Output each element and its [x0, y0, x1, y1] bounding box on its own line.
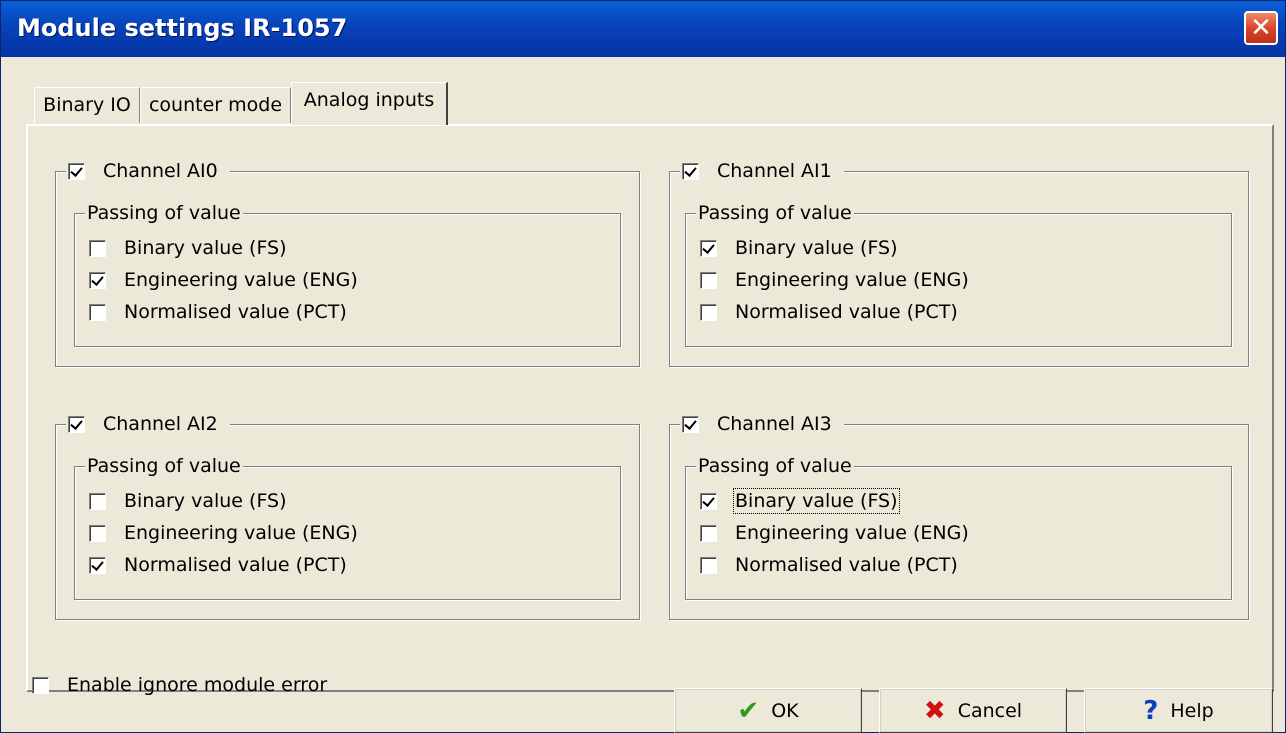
checkbox[interactable]	[89, 303, 106, 321]
option-engineering-value[interactable]: Engineering value (ENG)	[89, 520, 358, 546]
option-engineering-value[interactable]: Engineering value (ENG)	[700, 267, 969, 293]
option-label: Normalised value (PCT)	[124, 301, 347, 323]
option-label: Engineering value (ENG)	[124, 522, 358, 544]
window-title: Module settings IR-1057	[17, 14, 348, 42]
channel-group-ai0: Channel AI0 Passing of value Binary valu…	[55, 157, 640, 367]
checkbox[interactable]	[700, 271, 717, 289]
channel-ai0-label: Channel AI0	[103, 160, 218, 182]
option-label: Binary value (FS)	[124, 490, 287, 512]
checkbox[interactable]	[89, 271, 106, 289]
option-label: Binary value (FS)	[735, 237, 898, 259]
option-label: Binary value (FS)	[733, 488, 900, 514]
option-binary-value[interactable]: Binary value (FS)	[700, 235, 898, 261]
checkbox[interactable]	[89, 492, 106, 510]
option-label: Engineering value (ENG)	[735, 269, 969, 291]
cancel-label: Cancel	[957, 699, 1023, 722]
option-label: Normalised value (PCT)	[124, 554, 347, 576]
checkbox[interactable]	[89, 239, 106, 257]
help-button[interactable]: ? Help	[1084, 688, 1273, 733]
ok-button[interactable]: ✔ OK	[674, 688, 862, 733]
passing-of-value-group: Passing of value Binary value (FS) Engin…	[685, 201, 1232, 347]
tab-binary-io[interactable]: Binary IO	[34, 87, 140, 123]
help-label: Help	[1170, 699, 1214, 722]
channel-group-ai1: Channel AI1 Passing of value Binary valu…	[669, 157, 1249, 367]
passing-of-value-group: Passing of value Binary value (FS) Engin…	[74, 454, 621, 600]
dialog-body: Binary IO counter mode Analog inputs Cha…	[1, 57, 1285, 732]
enable-ignore-module-error-label: Enable ignore module error	[67, 674, 328, 696]
checkbox[interactable]	[700, 239, 717, 257]
tab-counter-mode[interactable]: counter mode	[140, 87, 291, 123]
enable-ignore-module-error[interactable]: Enable ignore module error	[32, 672, 327, 698]
passing-of-value-title: Passing of value	[85, 201, 243, 225]
option-binary-value[interactable]: Binary value (FS)	[89, 488, 287, 514]
channel-ai1-checkbox[interactable]: Channel AI1	[680, 157, 844, 185]
channel-ai3-checkbox[interactable]: Channel AI3	[680, 410, 844, 438]
enable-ignore-module-error-checkbox[interactable]	[32, 676, 49, 694]
channel-ai0-check[interactable]	[68, 162, 85, 180]
title-bar[interactable]: Module settings IR-1057 ✕	[1, 1, 1285, 57]
module-settings-dialog: Module settings IR-1057 ✕ Binary IO coun…	[0, 0, 1286, 733]
channel-ai1-check[interactable]	[682, 162, 699, 180]
passing-of-value-title: Passing of value	[696, 454, 854, 478]
analog-inputs-panel: Channel AI0 Passing of value Binary valu…	[26, 124, 1274, 692]
channel-ai3-label: Channel AI3	[717, 413, 832, 435]
channel-ai2-label: Channel AI2	[103, 413, 218, 435]
channel-ai0-checkbox[interactable]: Channel AI0	[66, 157, 230, 185]
red-x-icon: ✖	[923, 695, 946, 726]
passing-of-value-group: Passing of value Binary value (FS) Engin…	[685, 454, 1232, 600]
option-label: Engineering value (ENG)	[735, 522, 969, 544]
checkmark-icon: ✔	[737, 695, 760, 726]
option-label: Engineering value (ENG)	[124, 269, 358, 291]
option-label: Binary value (FS)	[124, 237, 287, 259]
checkbox[interactable]	[700, 556, 717, 574]
channel-ai2-checkbox[interactable]: Channel AI2	[66, 410, 230, 438]
option-binary-value[interactable]: Binary value (FS)	[89, 235, 287, 261]
channel-ai1-label: Channel AI1	[717, 160, 832, 182]
ok-label: OK	[771, 699, 799, 722]
passing-of-value-title: Passing of value	[696, 201, 854, 225]
passing-of-value-title: Passing of value	[85, 454, 243, 478]
tab-analog-inputs[interactable]: Analog inputs	[291, 82, 448, 125]
checkbox[interactable]	[89, 556, 106, 574]
checkbox[interactable]	[700, 524, 717, 542]
cancel-button[interactable]: ✖ Cancel	[879, 688, 1067, 733]
option-engineering-value[interactable]: Engineering value (ENG)	[89, 267, 358, 293]
option-label: Normalised value (PCT)	[735, 301, 958, 323]
close-icon[interactable]: ✕	[1244, 11, 1278, 45]
checkbox[interactable]	[89, 524, 106, 542]
option-normalised-value[interactable]: Normalised value (PCT)	[700, 299, 958, 325]
option-normalised-value[interactable]: Normalised value (PCT)	[89, 552, 347, 578]
checkbox[interactable]	[700, 303, 717, 321]
checkbox[interactable]	[700, 492, 717, 510]
channel-group-ai2: Channel AI2 Passing of value Binary valu…	[55, 410, 640, 620]
option-label: Normalised value (PCT)	[735, 554, 958, 576]
option-normalised-value[interactable]: Normalised value (PCT)	[700, 552, 958, 578]
option-engineering-value[interactable]: Engineering value (ENG)	[700, 520, 969, 546]
passing-of-value-group: Passing of value Binary value (FS) Engin…	[74, 201, 621, 347]
question-icon: ?	[1143, 695, 1159, 726]
channel-group-ai3: Channel AI3 Passing of value Binary valu…	[669, 410, 1249, 620]
channel-ai3-check[interactable]	[682, 415, 699, 433]
channel-ai2-check[interactable]	[68, 415, 85, 433]
option-normalised-value[interactable]: Normalised value (PCT)	[89, 299, 347, 325]
option-binary-value[interactable]: Binary value (FS)	[700, 488, 900, 514]
